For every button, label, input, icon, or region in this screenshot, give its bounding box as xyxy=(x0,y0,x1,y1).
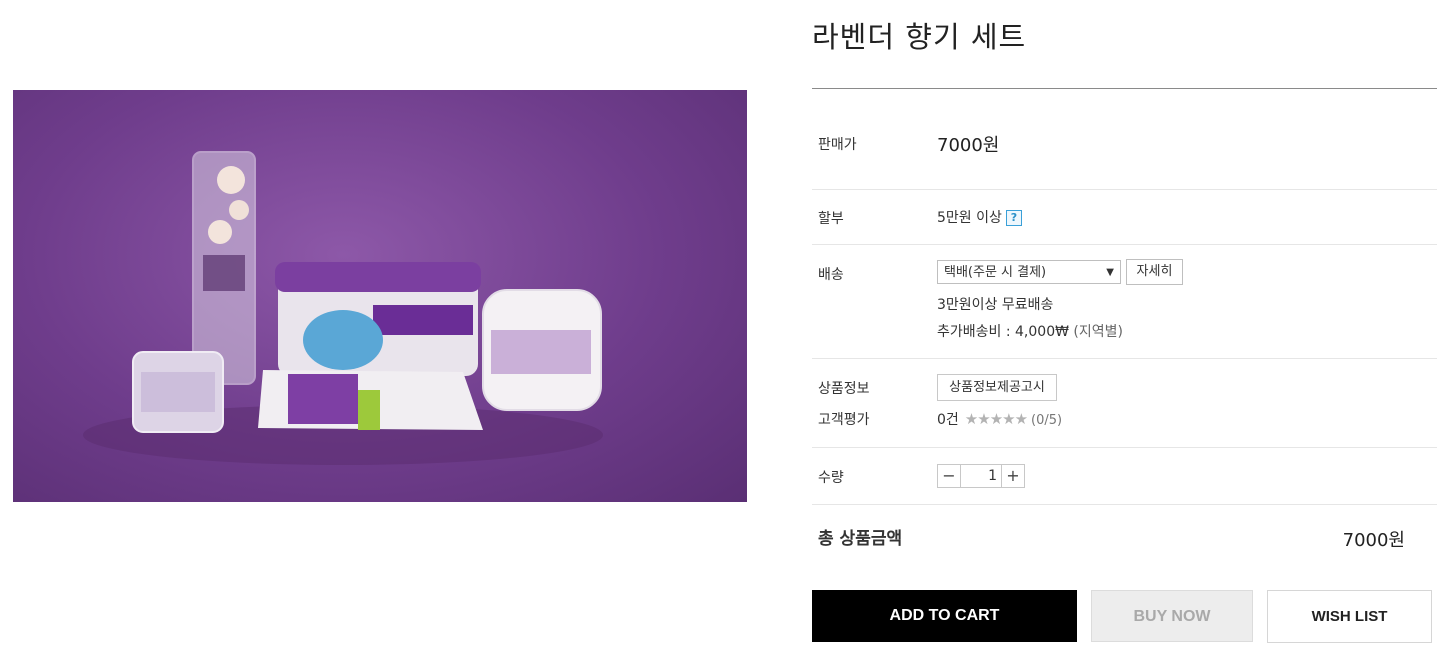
product-title: 라벤더 향기 세트 xyxy=(812,20,1027,54)
divider xyxy=(812,189,1437,190)
review-count: 0건 xyxy=(937,412,959,428)
title-divider xyxy=(812,88,1437,89)
review-score: (0/5) xyxy=(1031,413,1063,428)
quantity-stepper: − 1 + xyxy=(937,464,1025,488)
divider xyxy=(812,358,1437,359)
total-price: 7000원 xyxy=(1342,530,1405,551)
shipping-label: 배송 xyxy=(818,267,844,283)
product-notice-button[interactable]: 상품정보제공고시 xyxy=(937,374,1057,401)
total-label: 총 상품금액 xyxy=(818,529,903,549)
quantity-label: 수량 xyxy=(818,470,844,486)
free-shipping-text: 3만원이상 무료배송 xyxy=(937,297,1054,313)
shipping-detail-button[interactable]: 자세히 xyxy=(1126,259,1183,285)
product-image xyxy=(13,90,747,502)
product-info-label: 상품정보 xyxy=(818,381,870,397)
price-label: 판매가 xyxy=(818,137,857,153)
star-rating-icon: ★★★★★ xyxy=(964,410,1028,428)
product-photo-illustration xyxy=(83,151,603,465)
installment-value: 5만원 이상 xyxy=(937,210,1002,226)
dropdown-arrow-icon: ▼ xyxy=(1106,267,1114,278)
reviews-label: 고객평가 xyxy=(818,412,870,428)
add-to-cart-button[interactable]: ADD TO CART xyxy=(812,590,1077,642)
extra-fee-text: 추가배송비 : 4,000₩ xyxy=(937,324,1069,340)
shipping-method-select[interactable]: 택배(주문 시 결제) ▼ xyxy=(937,260,1121,284)
quantity-input[interactable]: 1 xyxy=(961,465,1001,487)
quantity-plus-button[interactable]: + xyxy=(1001,465,1024,487)
installment-label: 할부 xyxy=(818,211,844,227)
extra-fee-wrap: 추가배송비 : 4,000₩ (지역별) xyxy=(937,321,1123,341)
question-icon[interactable]: ? xyxy=(1005,210,1022,226)
buy-now-button[interactable]: BUY NOW xyxy=(1091,590,1253,642)
quantity-minus-button[interactable]: − xyxy=(938,465,961,487)
divider xyxy=(812,447,1437,448)
extra-fee-note: (지역별) xyxy=(1073,324,1123,340)
installment-value-wrap: 5만원 이상? xyxy=(937,207,1022,227)
wish-list-button[interactable]: WISH LIST xyxy=(1267,590,1432,643)
reviews-value-wrap: 0건 ★★★★★ (0/5) xyxy=(937,409,1062,429)
divider xyxy=(812,244,1437,245)
divider xyxy=(812,504,1437,505)
price-value: 7000원 xyxy=(937,135,1000,156)
product-info-panel: 라벤더 향기 세트 판매가 7000원 할부 5만원 이상? 배송 택배(주문 … xyxy=(812,0,1437,659)
shipping-selected-option: 택배(주문 시 결제) xyxy=(944,265,1047,280)
